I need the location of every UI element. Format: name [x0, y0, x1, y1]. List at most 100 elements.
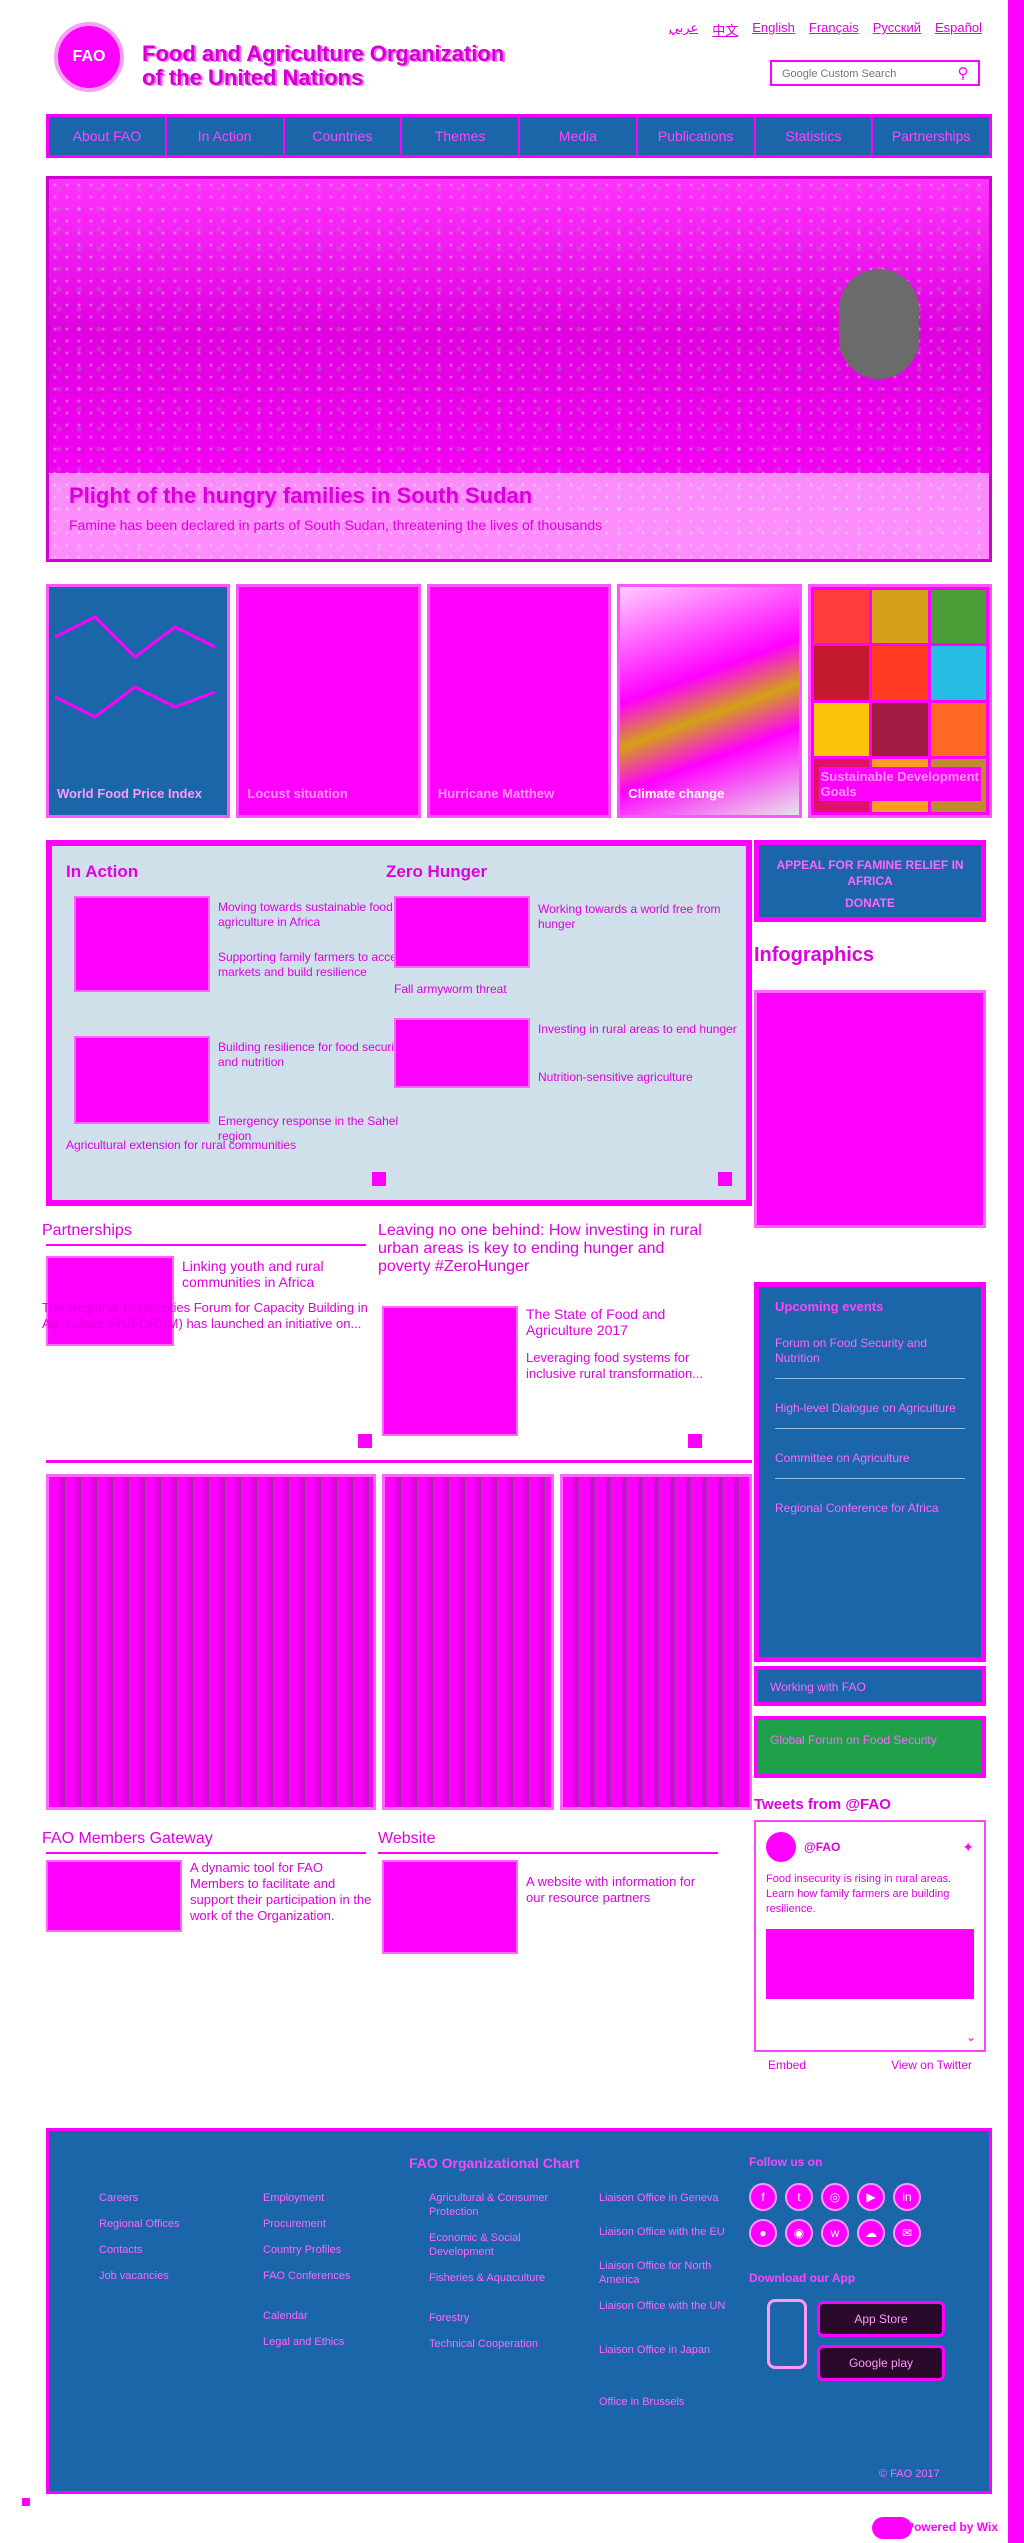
gallery-photo-2[interactable]: [382, 1474, 554, 1810]
lang-ru[interactable]: Русский: [873, 20, 921, 39]
in-action-thumb-2[interactable]: [74, 1036, 210, 1124]
footer-link[interactable]: Country Profiles: [263, 2243, 413, 2257]
working-with-fao-button[interactable]: Working with FAO: [754, 1666, 986, 1706]
event-item[interactable]: Committee on Agriculture: [775, 1451, 965, 1479]
footer-link[interactable]: Procurement: [263, 2217, 413, 2231]
footer-link[interactable]: Economic & Social Development: [429, 2231, 579, 2259]
tweet-image[interactable]: [766, 1929, 974, 1999]
zero-hunger-item-3[interactable]: Investing in rural areas to end hunger: [538, 1022, 738, 1037]
flickr-icon[interactable]: ●: [749, 2219, 777, 2247]
website-heading[interactable]: Website: [378, 1830, 436, 1848]
footer-link[interactable]: FAO Conferences: [263, 2269, 413, 2283]
footer-link[interactable]: Forestry: [429, 2311, 579, 2325]
footer-link[interactable]: Agricultural & Consumer Protection: [429, 2191, 579, 2219]
lang-zh[interactable]: 中文: [712, 20, 738, 39]
event-item[interactable]: High-level Dialogue on Agriculture: [775, 1401, 965, 1429]
partnerships-heading[interactable]: Partnerships: [42, 1222, 132, 1240]
lang-ar[interactable]: عربي: [669, 20, 698, 39]
zero-hunger-item-2[interactable]: Fall armyworm threat: [394, 982, 594, 997]
tile-sdg[interactable]: Sustainable Development Goals: [807, 584, 993, 818]
gateway-thumb[interactable]: [46, 1860, 182, 1932]
embed-link[interactable]: Embed: [768, 2058, 806, 2072]
nav-partnerships[interactable]: Partnerships: [873, 117, 989, 155]
infographics-image[interactable]: [754, 990, 986, 1228]
weibo-icon[interactable]: w: [821, 2219, 849, 2247]
footer-link[interactable]: Careers: [99, 2191, 249, 2205]
powered-by-link[interactable]: Powered by Wix: [906, 2520, 998, 2534]
twitter-feed[interactable]: @FAO ✦ Food insecurity is rising in rura…: [754, 1820, 986, 2052]
footer-link[interactable]: Liaison Office in Geneva: [599, 2191, 749, 2205]
famine-appeal-box[interactable]: APPEAL FOR FAMINE RELIEF IN AFRICA DONAT…: [754, 840, 986, 922]
event-item[interactable]: Regional Conference for Africa: [775, 1501, 965, 1528]
leaving-thumb[interactable]: [382, 1306, 518, 1436]
event-item[interactable]: Forum on Food Security and Nutrition: [775, 1336, 965, 1379]
lang-en[interactable]: English: [752, 20, 795, 39]
in-action-thumb-1[interactable]: [74, 896, 210, 992]
footer-link[interactable]: Fisheries & Aquaculture: [429, 2271, 579, 2285]
leaving-heading[interactable]: Leaving no one behind: How investing in …: [378, 1222, 718, 1276]
youtube-icon[interactable]: ▶: [857, 2183, 885, 2211]
search-input[interactable]: [782, 65, 942, 83]
fao-logo[interactable]: FAO: [54, 22, 124, 92]
nav-media[interactable]: Media: [520, 117, 638, 155]
footer-link[interactable]: Liaison Office with the EU: [599, 2225, 749, 2239]
more-icon[interactable]: [688, 1434, 702, 1448]
global-forum-button[interactable]: Global Forum on Food Security: [754, 1716, 986, 1778]
footer-link[interactable]: Employment: [263, 2191, 413, 2205]
nav-countries[interactable]: Countries: [285, 117, 403, 155]
google-play-button[interactable]: Google play: [817, 2345, 945, 2381]
footer-link[interactable]: Calendar: [263, 2309, 413, 2323]
gallery-photo-1[interactable]: [46, 1474, 376, 1810]
tile-food-price-index[interactable]: World Food Price Index: [46, 584, 231, 818]
tile-locust[interactable]: Locust situation: [236, 584, 421, 818]
website-thumb[interactable]: [382, 1860, 518, 1954]
footer-link[interactable]: Contacts: [99, 2243, 249, 2257]
tweet-handle[interactable]: @FAO: [804, 1840, 840, 1854]
gallery-photo-3[interactable]: [560, 1474, 752, 1810]
footer-link[interactable]: Regional Offices: [99, 2217, 249, 2231]
in-action-heading[interactable]: In Action: [66, 862, 138, 882]
more-icon[interactable]: [718, 1172, 732, 1186]
hero-title[interactable]: Plight of the hungry families in South S…: [69, 483, 969, 509]
footer-link[interactable]: Legal and Ethics: [263, 2335, 413, 2349]
zero-hunger-item-4[interactable]: Nutrition-sensitive agriculture: [538, 1070, 738, 1085]
zero-hunger-item-1[interactable]: Working towards a world free from hunger: [538, 902, 738, 932]
in-action-item-2[interactable]: Supporting family farmers to access mark…: [218, 950, 418, 980]
footer-heading[interactable]: FAO Organizational Chart: [409, 2155, 579, 2171]
lang-fr[interactable]: Français: [809, 20, 859, 39]
zero-hunger-thumb-2[interactable]: [394, 1018, 530, 1088]
footer-link[interactable]: Liaison Office with the UN: [599, 2299, 749, 2313]
nav-publications[interactable]: Publications: [638, 117, 756, 155]
footer-link[interactable]: Liaison Office for North America: [599, 2259, 749, 2287]
email-icon[interactable]: ✉: [893, 2219, 921, 2247]
instagram-icon[interactable]: ◎: [821, 2183, 849, 2211]
partnerships-title[interactable]: Linking youth and rural communities in A…: [182, 1258, 372, 1290]
footer-link[interactable]: Liaison Office in Japan: [599, 2343, 749, 2357]
in-action-item-3[interactable]: Building resilience for food security an…: [218, 1040, 418, 1070]
more-icon[interactable]: [358, 1434, 372, 1448]
donate-button[interactable]: DONATE: [759, 895, 981, 911]
lang-es[interactable]: Español: [935, 20, 982, 39]
footer-link[interactable]: Technical Cooperation: [429, 2337, 579, 2351]
footer-link[interactable]: Office in Brussels: [599, 2395, 749, 2409]
zero-hunger-heading[interactable]: Zero Hunger: [386, 862, 487, 882]
nav-in-action[interactable]: In Action: [167, 117, 285, 155]
facebook-icon[interactable]: f: [749, 2183, 777, 2211]
app-store-button[interactable]: App Store: [817, 2301, 945, 2337]
hero-banner[interactable]: Plight of the hungry families in South S…: [46, 176, 992, 562]
zero-hunger-thumb-1[interactable]: [394, 896, 530, 968]
chevron-down-icon[interactable]: ⌄: [966, 2030, 976, 2044]
scrollbar[interactable]: [1008, 0, 1024, 2543]
nav-themes[interactable]: Themes: [402, 117, 520, 155]
tile-hurricane[interactable]: Hurricane Matthew: [426, 584, 612, 818]
gateway-heading[interactable]: FAO Members Gateway: [42, 1830, 213, 1848]
search-icon[interactable]: ⚲: [954, 65, 972, 83]
nav-statistics[interactable]: Statistics: [756, 117, 874, 155]
nav-about[interactable]: About FAO: [49, 117, 167, 155]
soundcloud-icon[interactable]: ☁: [857, 2219, 885, 2247]
footer-link[interactable]: Job vacancies: [99, 2269, 249, 2283]
view-on-twitter-link[interactable]: View on Twitter: [891, 2058, 972, 2072]
org-name[interactable]: Food and Agriculture Organization of the…: [142, 42, 504, 90]
in-action-item-1[interactable]: Moving towards sustainable food and agri…: [218, 900, 418, 930]
more-icon[interactable]: [372, 1172, 386, 1186]
